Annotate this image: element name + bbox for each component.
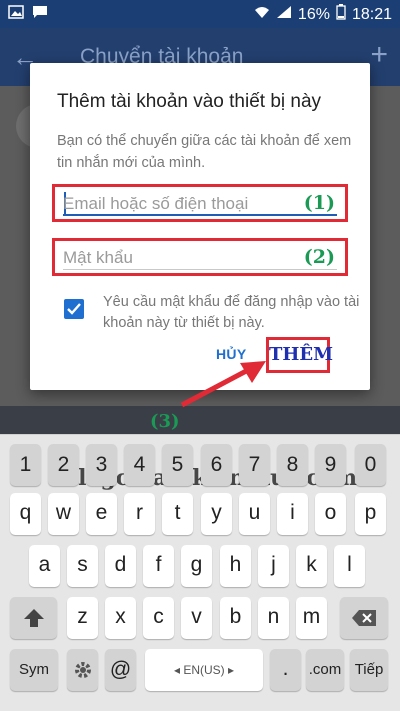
key-h[interactable]: h: [220, 545, 251, 587]
email-field-highlight: (1): [52, 184, 348, 222]
check-icon: [67, 303, 81, 315]
key-z[interactable]: z: [67, 597, 98, 639]
key-y[interactable]: y: [201, 493, 232, 535]
key-0[interactable]: 0: [355, 444, 386, 486]
key-9[interactable]: 9: [315, 444, 346, 486]
shift-key[interactable]: [10, 597, 57, 639]
key-s[interactable]: s: [67, 545, 98, 587]
dialog-description: Bạn có thể chuyển giữa các tài khoản để …: [57, 133, 352, 171]
next-key[interactable]: Tiếp: [350, 649, 388, 691]
password-input[interactable]: [63, 244, 303, 272]
key-e[interactable]: e: [86, 493, 117, 535]
step-1-marker: (1): [303, 192, 335, 214]
clock: 18:21: [351, 5, 392, 23]
shift-arrow-icon: [23, 609, 44, 627]
key-w[interactable]: w: [48, 493, 79, 535]
keyboard: blogchiasekienthuc.com 1 2 3 4 5 6 7 8 9…: [0, 434, 400, 711]
key-u[interactable]: u: [239, 493, 270, 535]
key-d[interactable]: d: [105, 545, 136, 587]
language-left-icon: ◂: [173, 663, 184, 677]
key-8[interactable]: 8: [277, 444, 308, 486]
gear-icon: [74, 662, 91, 678]
password-field-highlight: (2): [52, 238, 348, 276]
battery-percent: 16%: [297, 5, 330, 23]
add-account-dialog: Thêm tài khoản vào thiết bị này Bạn có t…: [30, 63, 370, 390]
email-underline: [63, 214, 337, 216]
backspace-key[interactable]: [340, 597, 388, 639]
key-6[interactable]: 6: [201, 444, 232, 486]
checkbox-label: Yêu cầu mật khẩu để đăng nhập vào tài kh…: [103, 294, 360, 331]
step-3-marker: (3): [150, 411, 180, 432]
at-key[interactable]: @: [105, 649, 136, 691]
status-bar: 16% 18:21: [0, 0, 400, 28]
battery-icon: [336, 4, 346, 25]
key-o[interactable]: o: [315, 493, 346, 535]
key-2[interactable]: 2: [48, 444, 79, 486]
key-n[interactable]: n: [258, 597, 289, 639]
dialog-title: Thêm tài khoản vào thiết bị này: [57, 91, 322, 112]
settings-key[interactable]: [67, 649, 98, 691]
key-q[interactable]: q: [10, 493, 41, 535]
key-t[interactable]: t: [162, 493, 193, 535]
key-1[interactable]: 1: [10, 444, 41, 486]
arrow-annotation-icon: [180, 361, 266, 408]
key-c[interactable]: c: [143, 597, 174, 639]
key-f[interactable]: f: [143, 545, 174, 587]
plus-icon[interactable]: +: [370, 38, 388, 72]
space-key[interactable]: ◂ EN(US) ▸: [145, 649, 263, 691]
message-icon: [32, 5, 48, 19]
key-b[interactable]: b: [220, 597, 251, 639]
dotcom-key[interactable]: .com: [306, 649, 344, 691]
wifi-icon: [254, 5, 270, 24]
key-i[interactable]: i: [277, 493, 308, 535]
key-x[interactable]: x: [105, 597, 136, 639]
step-2-marker: (2): [303, 246, 335, 268]
key-7[interactable]: 7: [239, 444, 270, 486]
key-p[interactable]: p: [355, 493, 386, 535]
photo-icon: [8, 5, 24, 19]
period-key[interactable]: .: [270, 649, 301, 691]
key-5[interactable]: 5: [162, 444, 193, 486]
key-m[interactable]: m: [296, 597, 327, 639]
key-r[interactable]: r: [124, 493, 155, 535]
language-right-icon: ▸: [224, 663, 235, 677]
backspace-icon: [352, 610, 376, 626]
key-3[interactable]: 3: [86, 444, 117, 486]
key-v[interactable]: v: [181, 597, 212, 639]
signal-icon: [276, 5, 292, 24]
key-k[interactable]: k: [296, 545, 327, 587]
require-password-checkbox[interactable]: [64, 299, 84, 319]
sym-key[interactable]: Sym: [10, 649, 58, 691]
key-j[interactable]: j: [258, 545, 289, 587]
key-l[interactable]: l: [334, 545, 365, 587]
key-g[interactable]: g: [181, 545, 212, 587]
password-underline: [63, 269, 337, 270]
key-a[interactable]: a: [29, 545, 60, 587]
key-4[interactable]: 4: [124, 444, 155, 486]
